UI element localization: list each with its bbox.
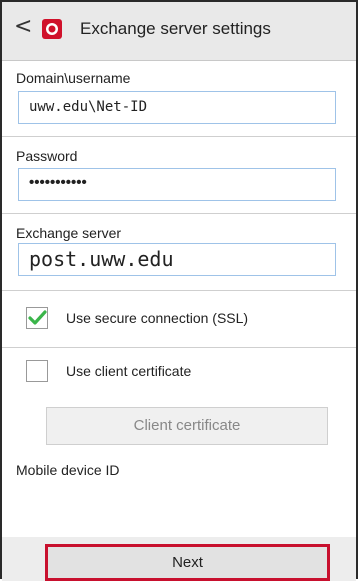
app-frame: < Exchange server settings Domain\userna…: [0, 0, 358, 581]
client-cert-label: Use client certificate: [66, 363, 192, 379]
client-certificate-button[interactable]: Client certificate: [46, 407, 328, 445]
password-section: Password •••••••••••: [2, 137, 356, 214]
client-cert-row[interactable]: Use client certificate: [2, 348, 356, 394]
action-bar: < Exchange server settings: [2, 2, 356, 61]
ssl-checkbox[interactable]: [26, 307, 48, 329]
next-button[interactable]: Next: [45, 544, 330, 581]
client-cert-checkbox[interactable]: [26, 360, 48, 382]
password-value: •••••••••••: [29, 174, 87, 191]
checkmark-icon: [28, 310, 47, 325]
ssl-row[interactable]: Use secure connection (SSL): [2, 291, 356, 348]
domain-username-field[interactable]: uww.edu\Net-ID: [18, 91, 336, 124]
domain-label: Domain\username: [16, 70, 131, 86]
password-label: Password: [16, 148, 78, 164]
red-target-icon: [42, 19, 62, 39]
mobile-device-id-label: Mobile device ID: [16, 462, 120, 478]
exchange-server-value: post.uww.edu: [29, 247, 174, 271]
domain-username-value: uww.edu\Net-ID: [29, 99, 148, 115]
page-title: Exchange server settings: [80, 19, 271, 38]
ssl-label: Use secure connection (SSL): [66, 310, 249, 326]
password-field[interactable]: •••••••••••: [18, 168, 336, 201]
back-button[interactable]: <: [14, 15, 32, 39]
server-section: Exchange server post.uww.edu: [2, 214, 356, 291]
domain-section: Domain\username uww.edu\Net-ID: [2, 61, 356, 137]
server-label: Exchange server: [16, 225, 122, 241]
exchange-server-field[interactable]: post.uww.edu: [18, 243, 336, 276]
